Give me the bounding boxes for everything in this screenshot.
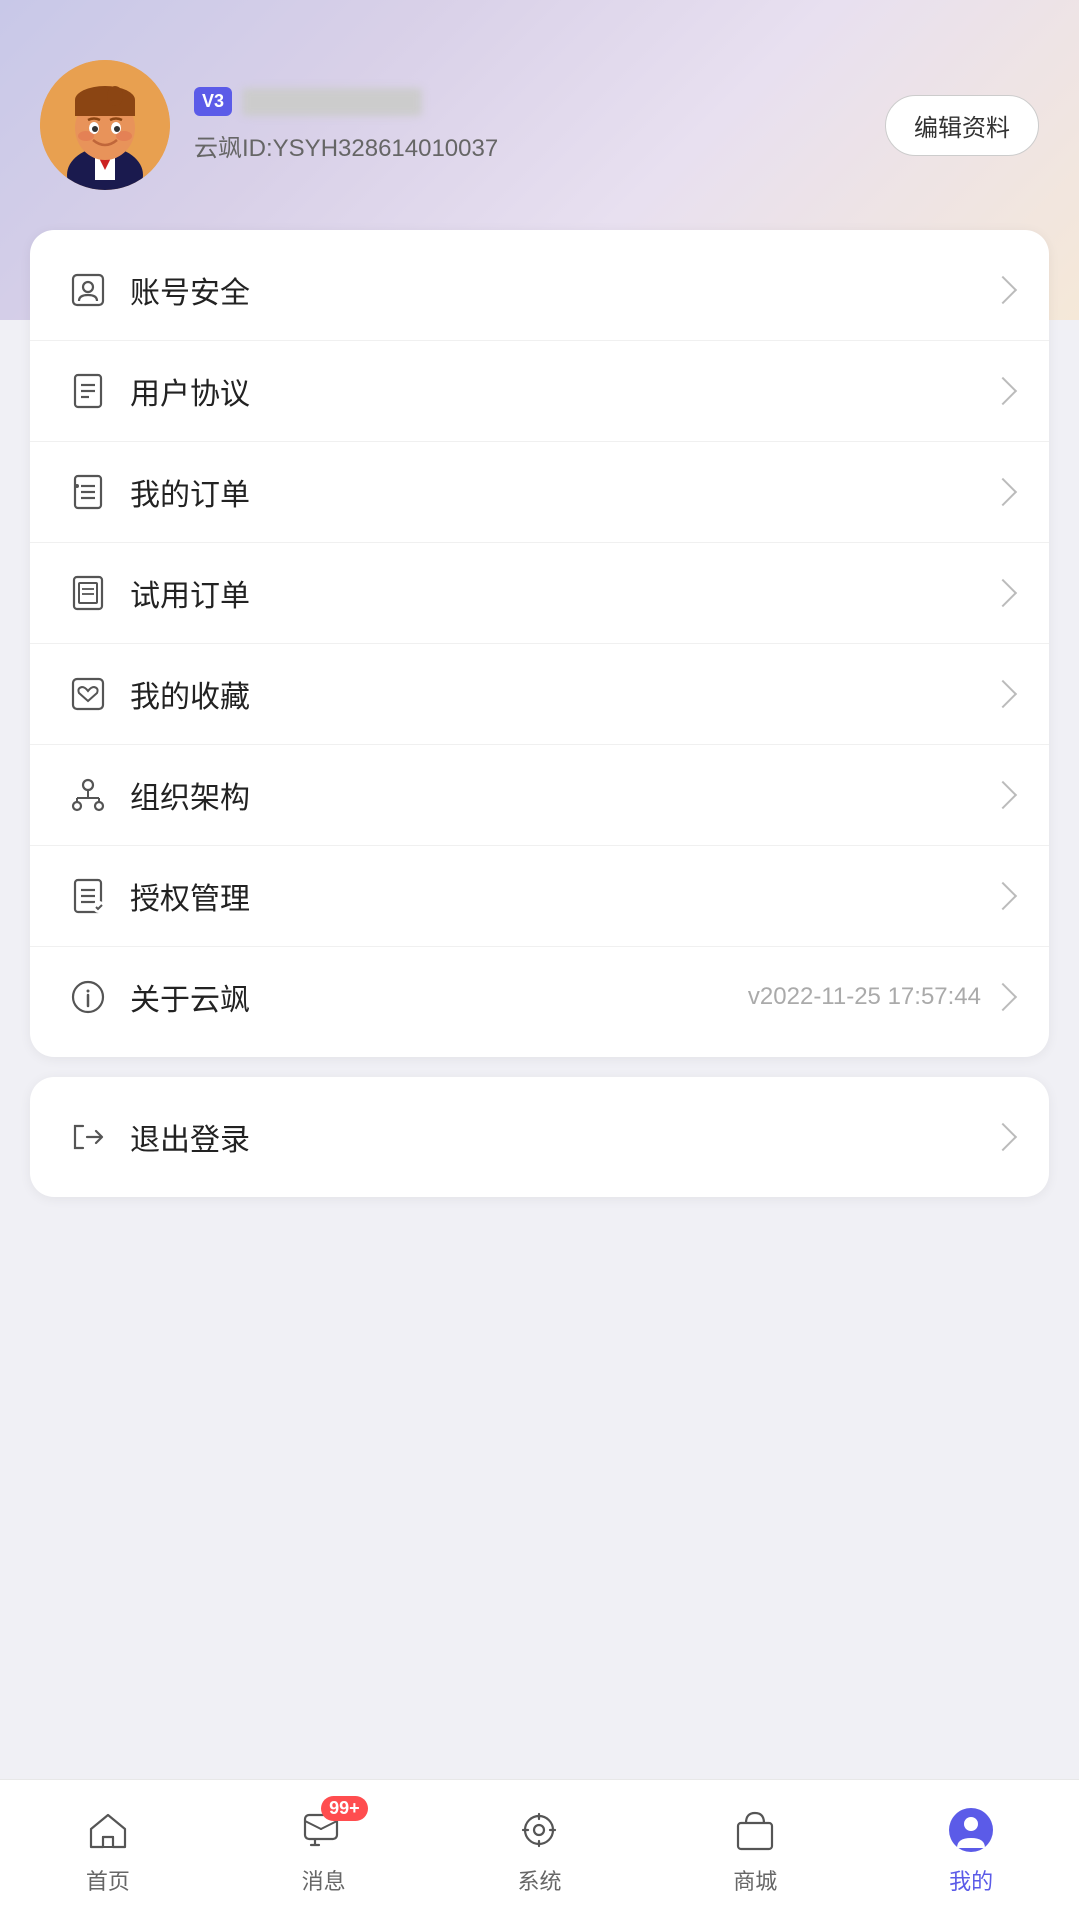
- chevron-icon: [989, 680, 1017, 708]
- logout-card: 退出登录: [30, 1077, 1049, 1197]
- account-security-label: 账号安全: [130, 268, 993, 312]
- my-favorites-icon: [66, 672, 110, 716]
- chevron-icon: [989, 1123, 1017, 1151]
- messages-nav-label: 消息: [302, 1864, 346, 1896]
- username-row: V3: [194, 87, 861, 116]
- logout-label: 退出登录: [130, 1115, 993, 1159]
- chevron-icon: [989, 882, 1017, 910]
- auth-management-icon: [66, 874, 110, 918]
- mall-nav-label: 商城: [733, 1864, 777, 1896]
- menu-item-trial-orders[interactable]: 试用订单: [30, 543, 1049, 644]
- menu-item-user-agreement[interactable]: 用户协议: [30, 341, 1049, 442]
- message-icon: 99+: [298, 1804, 350, 1856]
- avatar: [40, 60, 170, 190]
- main-menu-card: 账号安全 用户协议: [30, 230, 1049, 1057]
- menu-item-my-orders[interactable]: 我的订单: [30, 442, 1049, 543]
- menu-item-logout[interactable]: 退出登录: [30, 1087, 1049, 1187]
- edit-profile-button[interactable]: 编辑资料: [885, 95, 1039, 156]
- my-favorites-label: 我的收藏: [130, 672, 993, 716]
- menu-item-my-favorites[interactable]: 我的收藏: [30, 644, 1049, 745]
- user-agreement-label: 用户协议: [130, 369, 993, 413]
- version-text: v2022-11-25 17:57:44: [748, 983, 981, 1011]
- profile-info: V3 云飒ID:YSYH328614010037: [194, 87, 861, 163]
- nav-item-home[interactable]: 首页: [82, 1804, 134, 1896]
- chevron-icon: [989, 983, 1017, 1011]
- trial-orders-icon: [66, 571, 110, 615]
- chevron-icon: [989, 579, 1017, 607]
- system-nav-label: 系统: [517, 1864, 561, 1896]
- logout-icon: [66, 1115, 110, 1159]
- about-icon: [66, 975, 110, 1019]
- profile-section: V3 云飒ID:YSYH328614010037 编辑资料: [0, 0, 1079, 230]
- menu-item-about[interactable]: 关于云飒 v2022-11-25 17:57:44: [30, 947, 1049, 1047]
- org-structure-label: 组织架构: [130, 773, 993, 817]
- username-blurred: [242, 88, 422, 116]
- bottom-nav: 首页 99+ 消息 系统: [0, 1779, 1079, 1919]
- user-id: 云飒ID:YSYH328614010037: [194, 128, 861, 163]
- about-label: 关于云飒: [130, 975, 748, 1019]
- user-agreement-icon: [66, 369, 110, 413]
- chevron-icon: [989, 276, 1017, 304]
- message-badge: 99+: [321, 1796, 368, 1821]
- account-security-icon: [66, 268, 110, 312]
- chevron-icon: [989, 478, 1017, 506]
- nav-item-mall[interactable]: 商城: [729, 1804, 781, 1896]
- mine-icon: [945, 1804, 997, 1856]
- system-icon: [513, 1804, 565, 1856]
- nav-item-mine[interactable]: 我的: [945, 1804, 997, 1896]
- chevron-icon: [989, 377, 1017, 405]
- menu-item-org-structure[interactable]: 组织架构: [30, 745, 1049, 846]
- menu-item-auth-management[interactable]: 授权管理: [30, 846, 1049, 947]
- home-icon: [82, 1804, 134, 1856]
- nav-item-messages[interactable]: 99+ 消息: [298, 1804, 350, 1896]
- trial-orders-label: 试用订单: [130, 571, 993, 615]
- my-orders-label: 我的订单: [130, 470, 993, 514]
- mine-nav-label: 我的: [949, 1864, 993, 1896]
- mall-icon: [729, 1804, 781, 1856]
- chevron-icon: [989, 781, 1017, 809]
- v3-badge: V3: [194, 87, 232, 116]
- org-structure-icon: [66, 773, 110, 817]
- auth-management-label: 授权管理: [130, 874, 993, 918]
- nav-item-system[interactable]: 系统: [513, 1804, 565, 1896]
- menu-item-account-security[interactable]: 账号安全: [30, 240, 1049, 341]
- home-nav-label: 首页: [86, 1864, 130, 1896]
- my-orders-icon: [66, 470, 110, 514]
